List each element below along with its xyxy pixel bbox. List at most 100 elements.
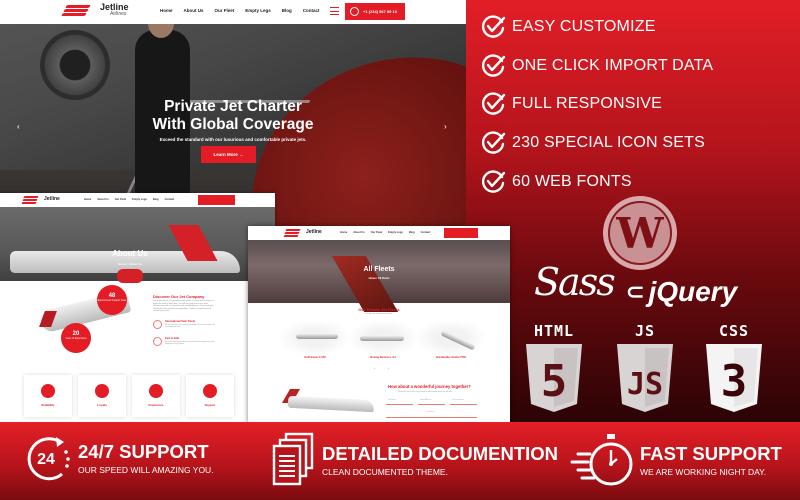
check-circle-icon: [480, 14, 506, 40]
nav-fleet[interactable]: Our Fleet: [215, 8, 235, 13]
jet-boeing: [360, 336, 404, 341]
feature-label: FULL RESPONSIVE: [512, 95, 663, 113]
jquery-text: jQuery: [648, 276, 738, 307]
hero-title-line2: With Global Coverage: [152, 116, 314, 133]
years-badge: 20 Years of Experience: [61, 323, 91, 353]
years-label: Years of Experience: [65, 337, 87, 340]
about-nav-empty-legs[interactable]: Empty Legs: [132, 198, 147, 201]
support-sub: OUR SPEED WILL AMAZING YOU.: [78, 464, 214, 475]
nav-blog[interactable]: Blog: [282, 8, 292, 13]
plane-icon: [153, 337, 162, 346]
logo-wings-icon: [21, 196, 42, 204]
check-circle-icon: [480, 169, 506, 195]
fleet-nav-fleet[interactable]: Our Fleet: [371, 231, 382, 234]
fleet-section-sub: Discover our state-of-the-art fleets: [365, 313, 393, 315]
jet-name[interactable]: Gulfstream G-550: [280, 356, 350, 359]
fleet-nav-empty-legs[interactable]: Empty Legs: [388, 231, 403, 234]
fast-support-item: FAST SUPPORT WE ARE WORKING NIGHT DAY.: [570, 432, 782, 488]
about-logo-name: Jetline: [44, 196, 60, 202]
airliner-engine: [117, 269, 143, 283]
js-label: JS: [634, 322, 656, 340]
support-icon: [203, 384, 217, 398]
about-logo[interactable]: Jetline: [21, 196, 60, 204]
card-loyalty[interactable]: Loyalty: [78, 375, 126, 417]
fleet-title: All Fleets: [363, 266, 395, 273]
documentation-sub: CLEAN DOCUMENTED THEME.: [322, 466, 448, 477]
feature-label: EASY CUSTOMIZE: [512, 18, 656, 36]
discover-title: Discover Our Jet Company: [153, 294, 205, 299]
hamburger-menu-icon[interactable]: [330, 7, 339, 15]
nav-empty-legs[interactable]: Empty Legs: [245, 8, 271, 13]
html5-shield-icon: 5: [526, 344, 582, 412]
hero-title-line1: Private Jet Charter: [164, 98, 302, 115]
carousel-arrows[interactable]: ‹ ›: [374, 366, 395, 370]
get-back-button[interactable]: Get Back →: [386, 408, 477, 418]
fleet-breadcrumb: Home / All Fleets: [368, 277, 390, 280]
check-circle-icon: [480, 91, 506, 117]
card-label: Support: [204, 403, 216, 407]
reliability-icon: [41, 384, 55, 398]
card-label: Loyalty: [97, 403, 107, 407]
feature-text: We perform safe and comfortable flights …: [165, 324, 215, 329]
journey-sub: Please fill out the form to get detailed…: [398, 391, 452, 393]
about-navbar: Jetline Home About Us Our Fleet Empty Le…: [0, 193, 275, 207]
feature-item: FULL RESPONSIVE: [480, 85, 713, 124]
jet-name[interactable]: Boeing Business Jet: [348, 356, 418, 359]
html-label: HTML: [533, 322, 575, 340]
fleet-logo-name: Jetline: [306, 229, 322, 235]
css3-shield-icon: 3: [706, 344, 762, 412]
card-experience[interactable]: Experience: [132, 375, 180, 417]
nav-about[interactable]: About Us: [184, 8, 204, 13]
crew-label: Experienced Support Crew: [97, 299, 127, 302]
card-reliability[interactable]: Reliability: [24, 375, 72, 417]
loyalty-icon: [95, 384, 109, 398]
feature-item: 60 WEB FONTS: [480, 162, 713, 201]
globe-icon: [153, 320, 162, 329]
hero-navbar: Jetline Airlines Home About Us Our Fleet…: [0, 0, 466, 24]
jet-name[interactable]: Bombardier Global 7500: [416, 356, 486, 359]
fleet-nav-contact[interactable]: Contact: [421, 231, 431, 234]
feature-label: ONE CLICK IMPORT DATA: [512, 56, 714, 74]
phone-number: +1 (234) 567 89 10: [363, 9, 397, 14]
logo-wings-icon: [283, 229, 304, 237]
fleet-section-title: Our Private Jet Fleets: [358, 307, 400, 312]
fleet-nav-home[interactable]: Home: [340, 231, 347, 234]
feature-list: EASY CUSTOMIZE ONE CLICK IMPORT DATA FUL…: [480, 8, 713, 201]
fleet-phone-button[interactable]: [444, 228, 478, 238]
slider-prev-icon[interactable]: ‹: [17, 122, 20, 131]
js-glyph: JS: [627, 367, 663, 402]
fleet-nav-links: Home About Us Our Fleet Empty Legs Blog …: [340, 231, 430, 234]
slider-next-icon[interactable]: ›: [444, 122, 447, 131]
fleet-nav-blog[interactable]: Blog: [409, 231, 415, 234]
wordpress-glyph: W: [608, 201, 672, 265]
jetline-logo[interactable]: Jetline Airlines: [61, 3, 129, 17]
email-input[interactable]: Email Address: [418, 397, 445, 405]
nav-links: Home About Us Our Fleet Empty Legs Blog …: [160, 8, 320, 13]
about-title: About Us: [112, 249, 148, 258]
fleet-nav-about[interactable]: About Us: [353, 231, 365, 234]
jet-gulfstream: [296, 334, 338, 339]
sass-logo-icon: Sass: [534, 260, 616, 304]
documents-icon: [272, 432, 314, 486]
jquery-swirl-icon: ⊂: [626, 279, 645, 304]
phone-button[interactable]: +1 (234) 567 89 10: [345, 3, 405, 20]
about-nav-about[interactable]: About Us: [97, 198, 109, 201]
about-nav-blog[interactable]: Blog: [153, 198, 159, 201]
about-nav-home[interactable]: Home: [84, 198, 91, 201]
learn-more-button[interactable]: Learn More →: [201, 146, 256, 163]
about-nav-fleet[interactable]: Our Fleet: [115, 198, 126, 201]
about-nav-contact[interactable]: Contact: [165, 198, 175, 201]
css-label: CSS: [718, 322, 750, 340]
fleet-logo[interactable]: Jetline: [283, 229, 322, 237]
card-support[interactable]: Support: [186, 375, 234, 417]
hero-title: Private Jet Charter With Global Coverage: [0, 98, 466, 134]
phone-input[interactable]: Phone Number: [450, 397, 477, 405]
js-shield-icon: JS: [617, 344, 673, 412]
feature-label: 60 WEB FONTS: [512, 172, 632, 190]
full-name-input[interactable]: Full Name: [386, 397, 413, 405]
about-phone-button[interactable]: [198, 195, 235, 205]
nav-home[interactable]: Home: [160, 8, 173, 13]
nav-contact[interactable]: Contact: [303, 8, 320, 13]
discover-text: For professionals, we provide private pl…: [153, 300, 214, 313]
wing-image: [331, 256, 399, 312]
